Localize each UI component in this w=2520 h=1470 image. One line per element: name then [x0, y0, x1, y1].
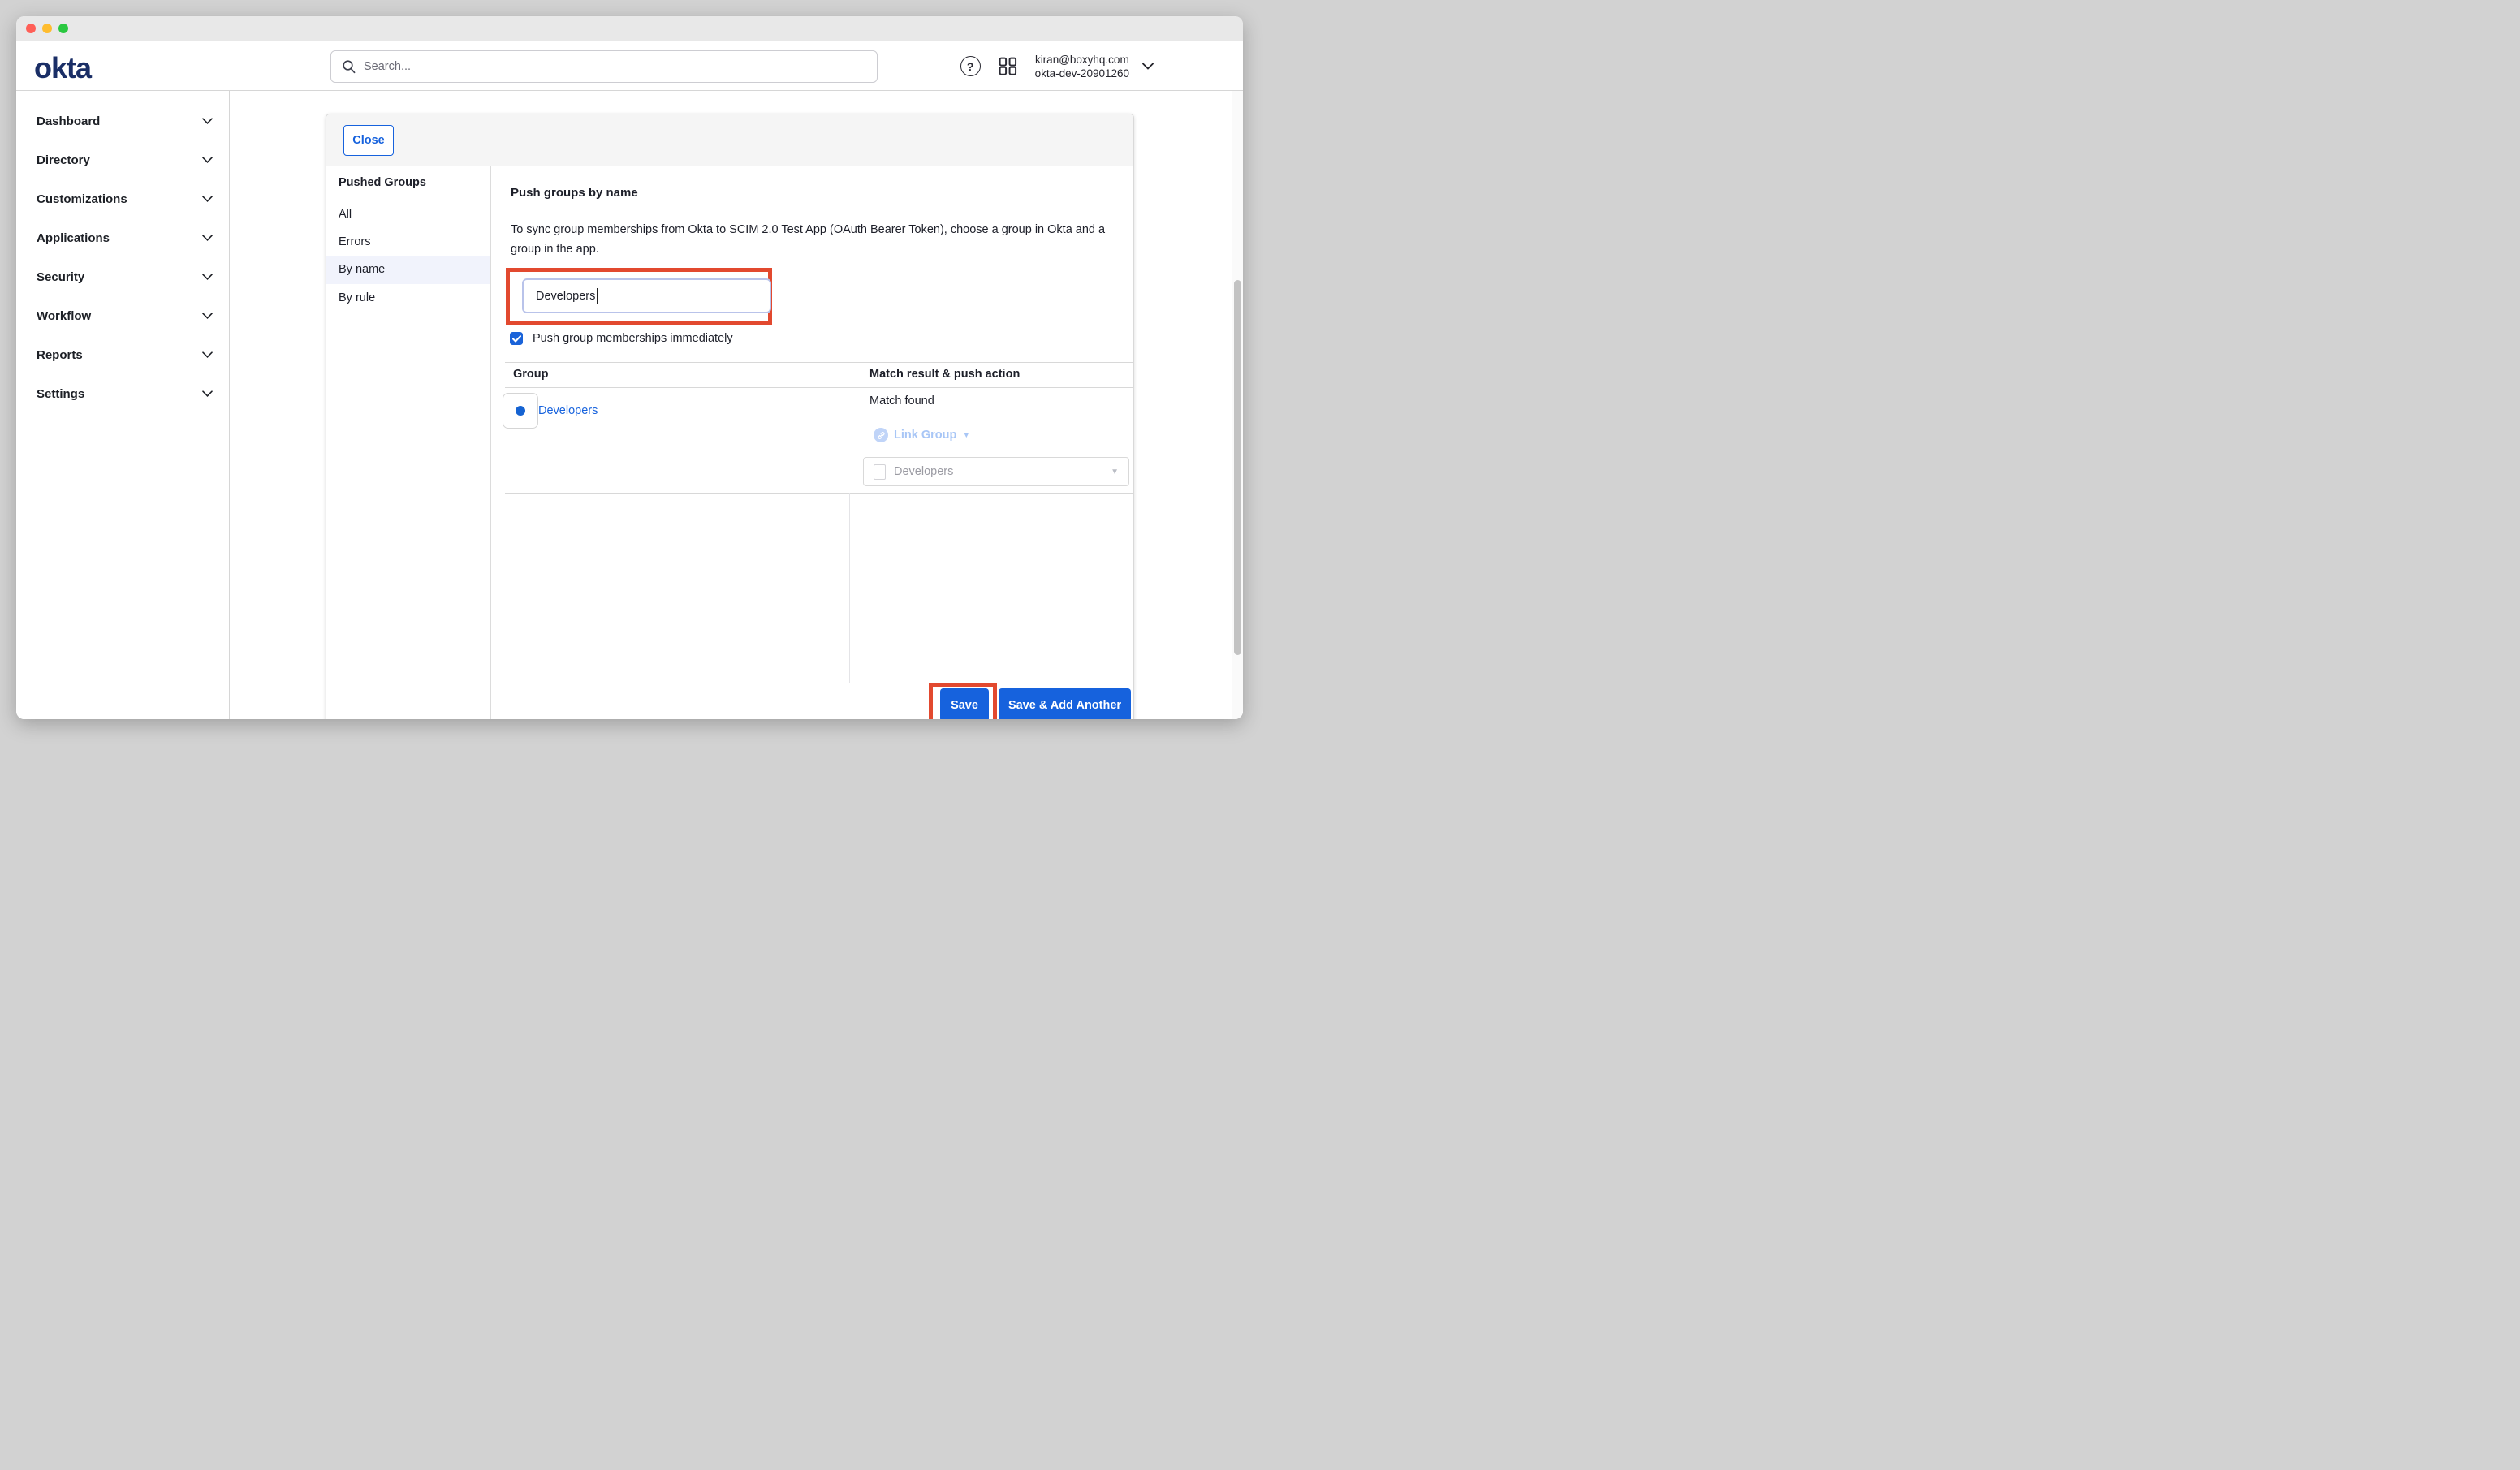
push-groups-panel: Close Pushed Groups All Errors By name B… [326, 114, 1134, 719]
account-org: okta-dev-20901260 [1035, 67, 1129, 80]
chevron-down-icon [202, 235, 213, 241]
save-add-another-button[interactable]: Save & Add Another [999, 688, 1131, 719]
sidebar-item-security[interactable]: Security [16, 257, 229, 296]
checkmark-icon [512, 335, 521, 343]
chevron-down-icon [202, 313, 213, 319]
sidebar-item-applications[interactable]: Applications [16, 218, 229, 257]
column-header-match: Match result & push action [869, 368, 1020, 381]
chevron-down-icon [202, 196, 213, 202]
table-column-divider [849, 493, 850, 683]
sidebar-item-reports[interactable]: Reports [16, 335, 229, 374]
group-name-value: Developers [536, 290, 595, 303]
group-link[interactable]: Developers [538, 404, 598, 417]
pushed-groups-nav: Pushed Groups All Errors By name By rule [326, 166, 491, 719]
scrollbar-track[interactable] [1232, 91, 1243, 719]
link-icon [874, 428, 888, 442]
chevron-down-icon [202, 118, 213, 124]
sidebar-item-workflow[interactable]: Workflow [16, 296, 229, 335]
app-group-placeholder-icon [874, 464, 886, 480]
panel-header: Close [326, 114, 1133, 166]
account-menu[interactable]: kiran@boxyhq.com okta-dev-20901260 [1035, 53, 1154, 80]
table-header-bottom-border [505, 387, 1134, 388]
table-row-bottom-border [505, 493, 1134, 494]
help-button[interactable]: ? [960, 56, 981, 76]
push-immediately-label: Push group memberships immediately [533, 332, 733, 345]
link-group-button[interactable]: Link Group ▼ [874, 428, 970, 442]
window-zoom-icon[interactable] [58, 24, 68, 33]
search-input[interactable]: Search... [330, 50, 878, 83]
highlight-box-save [929, 683, 997, 719]
group-logo-tile [503, 393, 538, 429]
nav-item-by-rule[interactable]: By rule [326, 284, 490, 313]
window-close-icon[interactable] [26, 24, 36, 33]
column-header-group: Group [513, 368, 549, 381]
sidebar-item-settings[interactable]: Settings [16, 374, 229, 413]
pushed-groups-title: Pushed Groups [339, 176, 426, 189]
account-email: kiran@boxyhq.com [1035, 53, 1129, 67]
main-content: Close Pushed Groups All Errors By name B… [230, 91, 1243, 719]
link-group-label: Link Group [894, 429, 956, 442]
search-placeholder: Search... [364, 60, 411, 73]
highlight-box-input: Developers [506, 268, 772, 325]
table-header-top-border [505, 362, 1134, 363]
search-icon [342, 59, 356, 74]
apps-grid-button[interactable] [998, 56, 1018, 76]
text-cursor [597, 288, 598, 304]
okta-group-icon [516, 406, 525, 416]
chevron-down-icon [202, 157, 213, 163]
chevron-down-icon [1142, 63, 1154, 70]
match-status: Match found [869, 394, 934, 407]
chevron-down-icon [202, 351, 213, 358]
app-group-value: Developers [894, 465, 1102, 478]
browser-window: okta Search... ? [16, 16, 1243, 719]
window-minimize-icon[interactable] [42, 24, 52, 33]
window-titlebar [16, 16, 1243, 41]
sidebar-item-directory[interactable]: Directory [16, 140, 229, 179]
nav-item-errors[interactable]: Errors [326, 228, 490, 256]
app-header: okta Search... ? [16, 41, 1243, 91]
okta-logo: okta [34, 51, 91, 85]
chevron-down-icon [202, 390, 213, 397]
app-group-dropdown[interactable]: Developers ▼ [863, 457, 1129, 486]
sidebar-item-dashboard[interactable]: Dashboard [16, 101, 229, 140]
push-immediately-checkbox[interactable] [510, 332, 523, 345]
form-description: To sync group memberships from Okta to S… [511, 220, 1118, 259]
caret-down-icon: ▼ [1111, 468, 1119, 476]
nav-item-by-name[interactable]: By name [326, 256, 490, 284]
push-by-name-form: Push groups by name To sync group member… [491, 166, 1134, 719]
nav-item-all[interactable]: All [326, 200, 490, 229]
form-title: Push groups by name [511, 186, 638, 200]
sidebar: Dashboard Directory Customizations Appli… [16, 91, 230, 719]
chevron-down-icon [202, 274, 213, 280]
sidebar-item-customizations[interactable]: Customizations [16, 179, 229, 218]
group-name-input[interactable]: Developers [522, 278, 771, 313]
caret-down-icon: ▼ [962, 431, 970, 440]
close-button[interactable]: Close [343, 125, 394, 156]
grid-icon [998, 56, 1018, 76]
scrollbar-thumb[interactable] [1234, 280, 1241, 655]
